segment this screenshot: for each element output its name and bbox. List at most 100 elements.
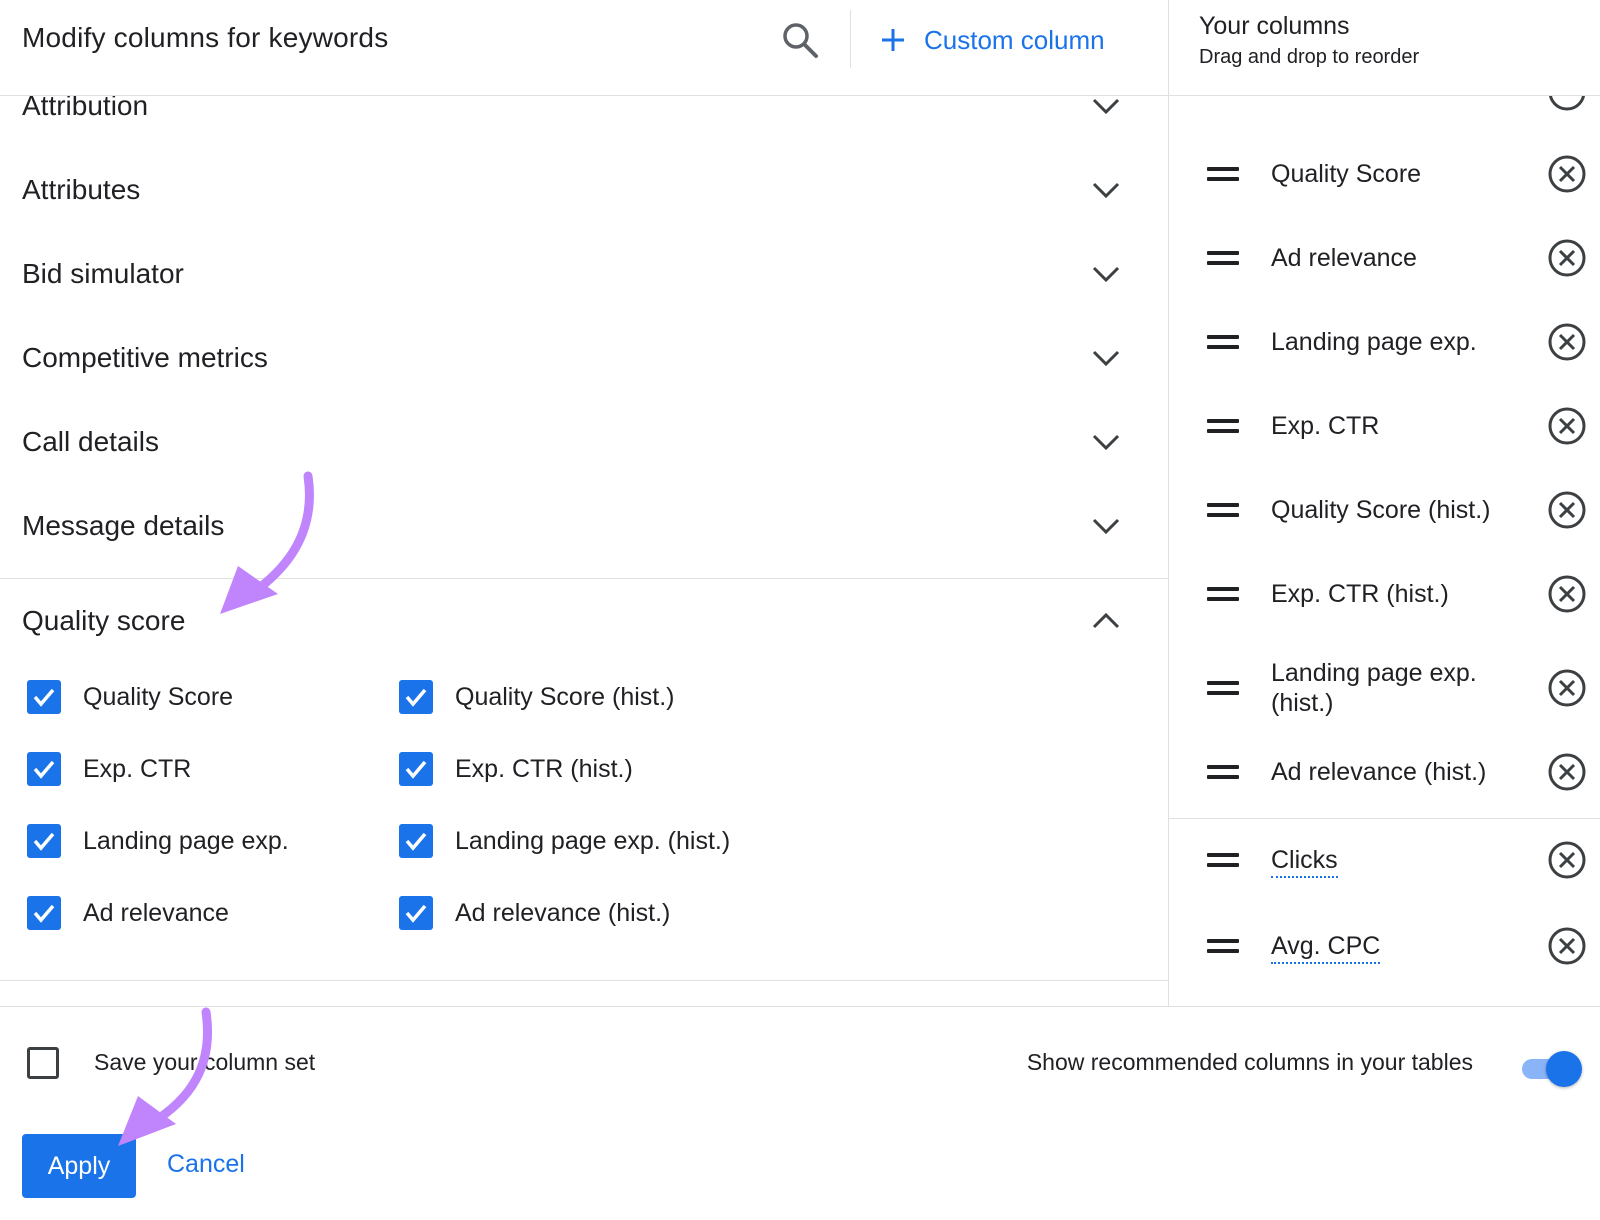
checkbox-quality-score-hist[interactable]: Quality Score (hist.) [399, 677, 675, 717]
checkbox-label: Landing page exp. (hist.) [455, 826, 731, 855]
column-label: Landing page exp. [1271, 328, 1477, 356]
your-columns-header: Your columns Drag and drop to reorder [1169, 0, 1600, 96]
check-icon [27, 752, 61, 786]
checkbox-quality-score[interactable]: Quality Score [27, 677, 233, 717]
group-label: Attributes [22, 174, 141, 205]
group-competitive-metrics[interactable]: Competitive metrics [0, 316, 1168, 400]
column-row[interactable]: Landing page exp. [1169, 300, 1600, 384]
checkbox-exp-ctr[interactable]: Exp. CTR [27, 749, 191, 789]
check-icon [399, 824, 433, 858]
recommended-columns-toggle[interactable] [1522, 1051, 1582, 1087]
group-label: Bid simulator [22, 258, 184, 289]
column-row[interactable]: Exp. CTR [1169, 384, 1600, 468]
remove-circle-icon[interactable] [1547, 574, 1587, 614]
toggle-knob [1546, 1051, 1582, 1087]
group-call-details[interactable]: Call details [0, 400, 1168, 484]
drag-handle-icon[interactable] [1207, 419, 1239, 433]
cancel-button[interactable]: Cancel [167, 1150, 245, 1179]
remove-circle-icon[interactable] [1547, 668, 1587, 708]
chevron-down-icon [1092, 266, 1120, 283]
chevron-down-icon [1092, 434, 1120, 451]
drag-handle-icon[interactable] [1207, 335, 1239, 349]
remove-circle-icon[interactable] [1547, 154, 1587, 194]
check-icon [27, 680, 61, 714]
chevron-down-icon [1092, 518, 1120, 535]
column-row[interactable]: Exp. CTR (hist.) [1169, 552, 1600, 636]
chevron-up-icon [1092, 612, 1120, 629]
column-row[interactable]: Clicks [1169, 818, 1600, 902]
remove-circle-icon[interactable] [1547, 322, 1587, 362]
group-divider [0, 980, 1168, 981]
your-columns-subtitle: Drag and drop to reorder [1199, 46, 1420, 68]
group-label: Call details [22, 426, 159, 457]
drag-handle-icon[interactable] [1207, 853, 1239, 867]
search-icon[interactable] [780, 20, 820, 60]
checkbox-label: Ad relevance (hist.) [455, 898, 671, 927]
check-icon [27, 824, 61, 858]
checkbox-ad-relevance-hist[interactable]: Ad relevance (hist.) [399, 893, 670, 933]
column-row[interactable]: Ad relevance (hist.) [1169, 730, 1600, 814]
column-row[interactable]: Quality Score (hist.) [1169, 468, 1600, 552]
page-title: Modify columns for keywords [22, 22, 389, 53]
checkbox-label: Exp. CTR [83, 754, 192, 783]
checkbox-label: Quality Score [83, 682, 234, 711]
drag-handle-icon[interactable] [1207, 765, 1239, 779]
drag-handle-icon[interactable] [1207, 939, 1239, 953]
remove-circle-icon[interactable] [1547, 490, 1587, 530]
checkbox-label: Exp. CTR (hist.) [455, 754, 633, 783]
group-bid-simulator[interactable]: Bid simulator [0, 232, 1168, 316]
checkbox-landing-page-exp[interactable]: Landing page exp. [27, 821, 289, 861]
custom-column-button[interactable]: Custom column [880, 20, 1105, 60]
plus-icon [882, 29, 904, 51]
custom-column-label: Custom column [924, 24, 1105, 55]
drag-handle-icon[interactable] [1207, 503, 1239, 517]
remove-circle-icon[interactable] [1547, 840, 1587, 880]
column-label: Quality Score (hist.) [1271, 496, 1491, 524]
column-label: Exp. CTR (hist.) [1271, 580, 1449, 608]
checkbox-label: Ad relevance [83, 898, 229, 927]
check-icon [27, 896, 61, 930]
drag-handle-icon[interactable] [1207, 167, 1239, 181]
group-attributes[interactable]: Attributes [0, 148, 1168, 232]
checkbox-ad-relevance[interactable]: Ad relevance [27, 893, 229, 933]
column-label: Avg. CPC [1271, 931, 1511, 964]
checkbox-exp-ctr-hist[interactable]: Exp. CTR (hist.) [399, 749, 633, 789]
drag-handle-icon[interactable] [1207, 251, 1239, 265]
drag-handle-icon[interactable] [1207, 681, 1239, 695]
group-quality-score[interactable]: Quality score [0, 579, 1168, 663]
checkbox-label: Quality Score (hist.) [455, 682, 675, 711]
dialog-footer: Save your column set Show recommended co… [0, 1006, 1600, 1220]
column-picker-panel: Modify columns for keywords Custom colum… [0, 0, 1168, 1006]
column-label-text: Avg. CPC [1271, 932, 1381, 964]
checkbox-landing-page-exp-hist[interactable]: Landing page exp. (hist.) [399, 821, 730, 861]
drag-handle-icon[interactable] [1207, 587, 1239, 601]
remove-circle-icon[interactable] [1547, 926, 1587, 966]
column-label: Quality Score [1271, 160, 1422, 188]
group-label: Quality score [22, 605, 186, 636]
column-row[interactable]: Ad relevance [1169, 216, 1600, 300]
save-column-set-checkbox[interactable] [27, 1047, 59, 1079]
apply-button[interactable]: Apply [22, 1134, 136, 1198]
column-row[interactable]: Quality Score [1169, 132, 1600, 216]
check-icon [399, 752, 433, 786]
group-label: Competitive metrics [22, 342, 268, 373]
column-label: Exp. CTR [1271, 412, 1380, 440]
chevron-down-icon [1092, 182, 1120, 199]
check-icon [399, 680, 433, 714]
remove-circle-icon[interactable] [1547, 406, 1587, 446]
your-columns-panel: Your columns Drag and drop to reorder Qu… [1168, 0, 1600, 1006]
save-column-set-label: Save your column set [94, 1049, 316, 1075]
remove-circle-icon[interactable] [1547, 238, 1587, 278]
remove-circle-icon[interactable] [1547, 752, 1587, 792]
group-message-details[interactable]: Message details [0, 484, 1168, 568]
your-columns-title: Your columns [1199, 12, 1350, 40]
chevron-down-icon [1092, 350, 1120, 367]
header-divider [850, 10, 851, 68]
column-label: Ad relevance [1271, 244, 1417, 272]
column-label: Landing page exp. (hist.) [1271, 659, 1477, 717]
column-row[interactable]: Avg. CPC [1169, 904, 1600, 988]
column-row[interactable]: Landing page exp. (hist.) [1169, 646, 1600, 730]
checkbox-label: Landing page exp. [83, 826, 289, 855]
column-label-text: Clicks [1271, 846, 1338, 878]
picker-header: Modify columns for keywords Custom colum… [0, 0, 1168, 96]
